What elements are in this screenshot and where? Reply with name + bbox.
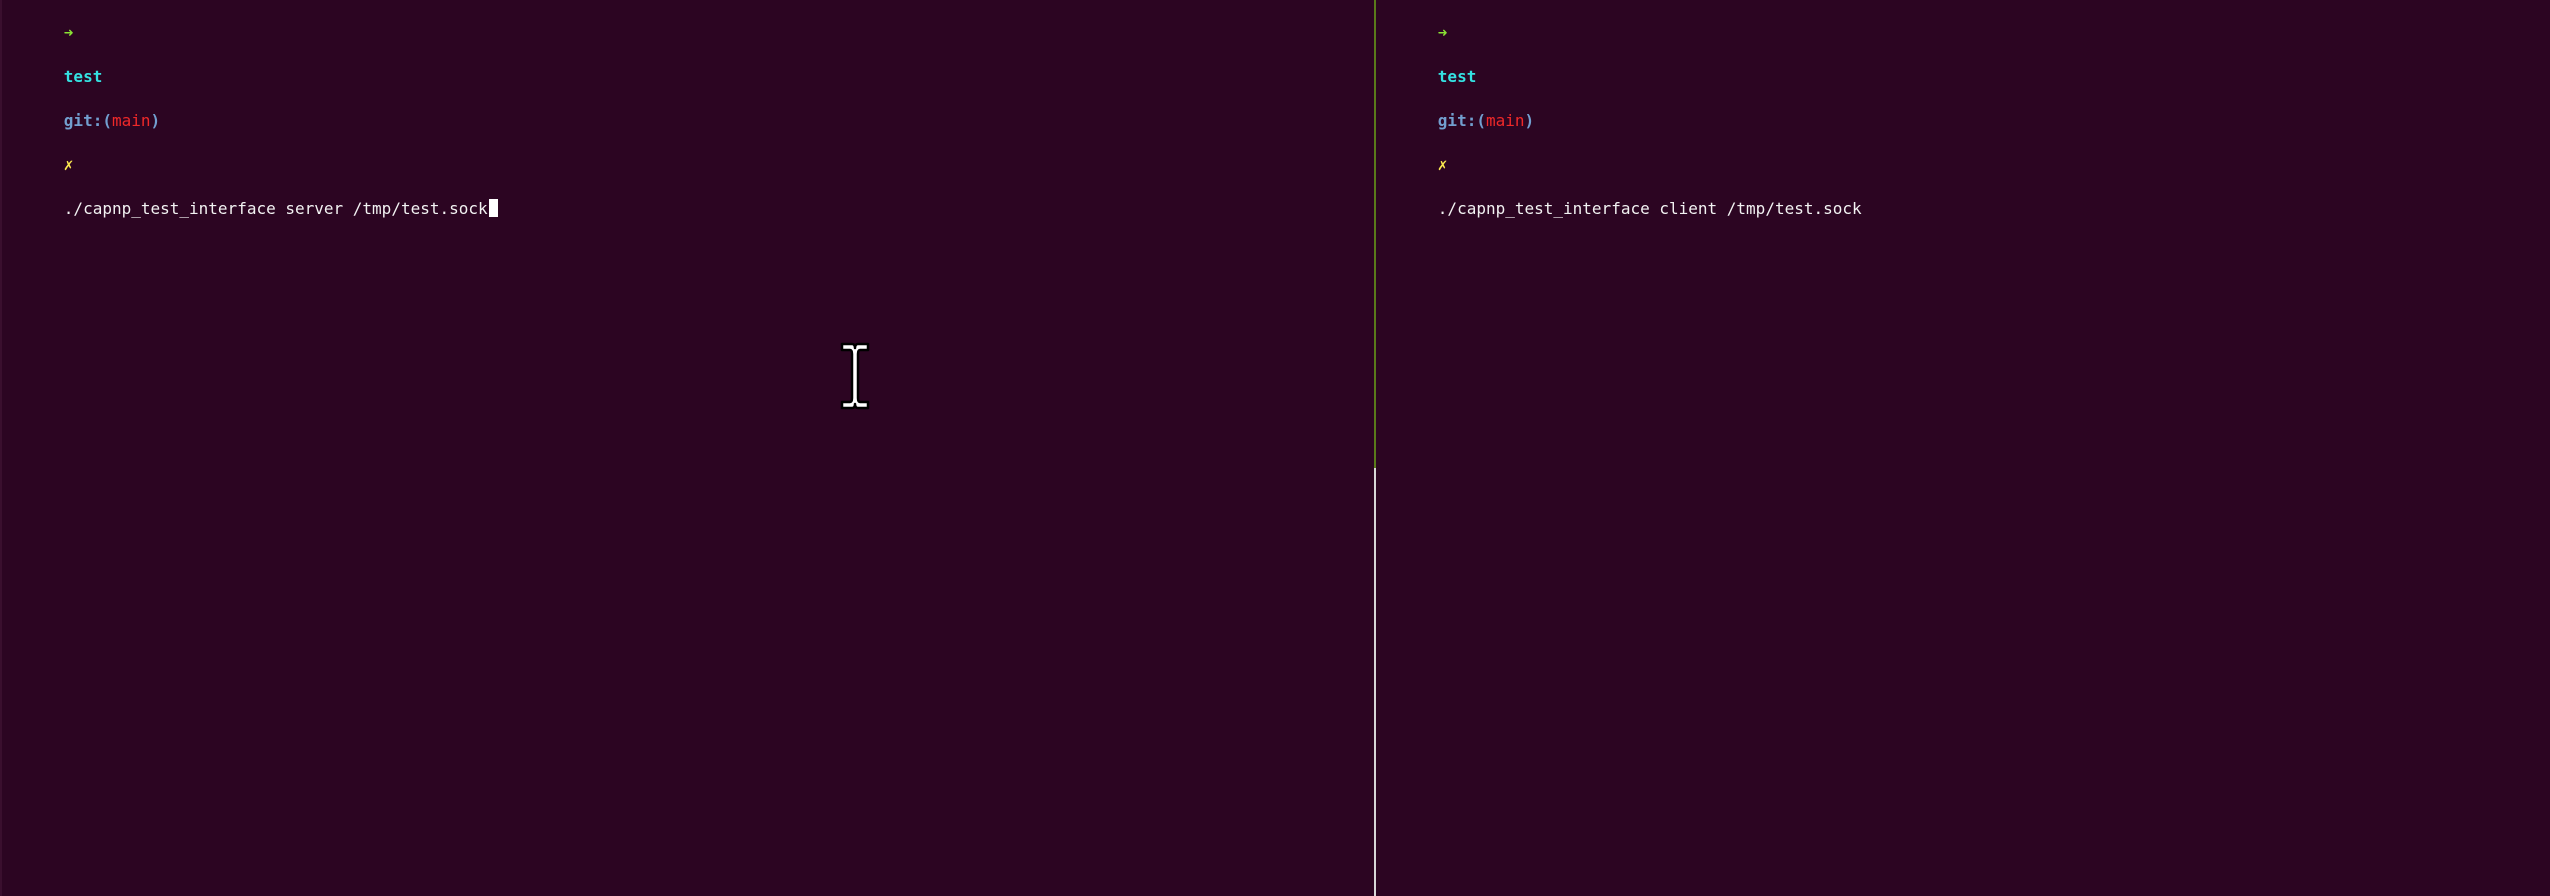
prompt-directory: test xyxy=(63,67,103,86)
git-prefix: git:( xyxy=(63,111,112,130)
git-dirty-mark: ✗ xyxy=(63,155,74,174)
git-dirty-mark: ✗ xyxy=(1437,155,1448,174)
git-branch: main xyxy=(111,111,151,130)
terminal-window: ➜ test git:(main) ✗ ./capnp_test_interfa… xyxy=(0,0,2550,896)
prompt-directory: test xyxy=(1437,67,1477,86)
git-branch: main xyxy=(1485,111,1525,130)
ibeam-cursor-icon xyxy=(840,342,870,410)
prompt-line: ➜ test git:(main) ✗ ./capnp_test_interfa… xyxy=(6,0,498,218)
git-suffix: ) xyxy=(1524,111,1535,130)
command-text[interactable]: ./capnp_test_interface server /tmp/test.… xyxy=(64,198,488,220)
prompt-arrow: ➜ xyxy=(63,23,74,42)
block-cursor-icon xyxy=(488,199,498,217)
git-prefix: git:( xyxy=(1437,111,1486,130)
git-suffix: ) xyxy=(150,111,161,130)
prompt-line: ➜ test git:(main) ✗ ./capnp_test_interfa… xyxy=(1380,0,1862,218)
command-text[interactable]: ./capnp_test_interface client /tmp/test.… xyxy=(1438,198,1862,220)
terminal-pane-left[interactable]: ➜ test git:(main) ✗ ./capnp_test_interfa… xyxy=(0,0,1374,896)
terminal-pane-right[interactable]: ➜ test git:(main) ✗ ./capnp_test_interfa… xyxy=(1376,0,2550,896)
prompt-arrow: ➜ xyxy=(1437,23,1448,42)
